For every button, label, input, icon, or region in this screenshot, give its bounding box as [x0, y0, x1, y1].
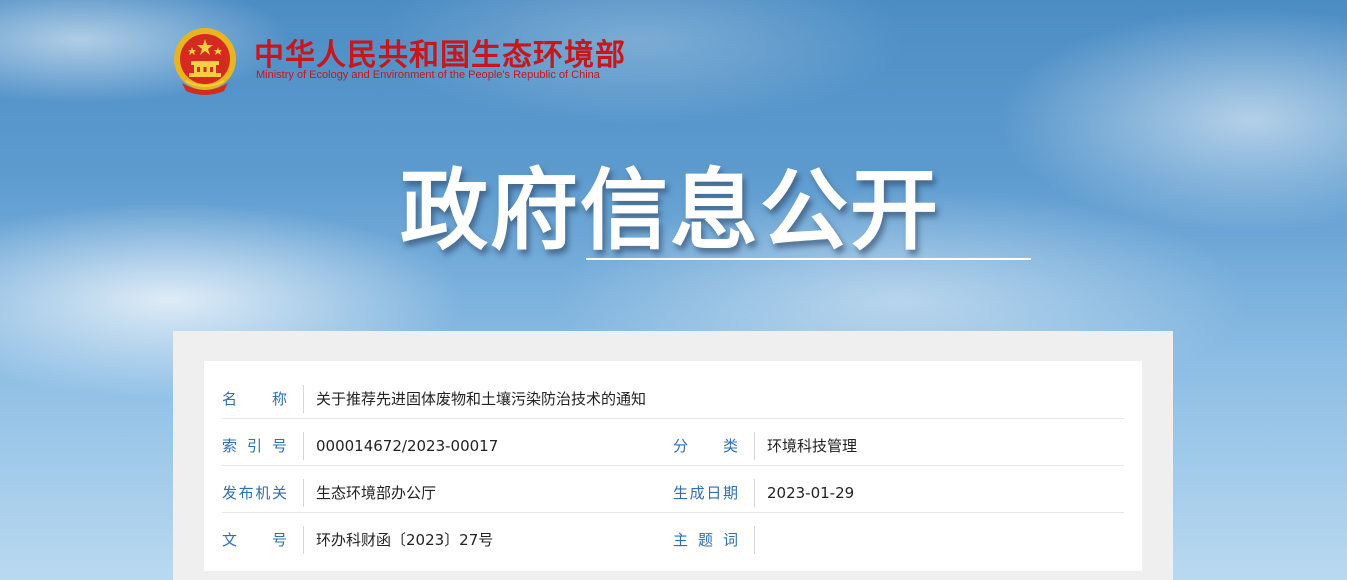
national-emblem-icon[interactable]: [172, 25, 238, 95]
category-value: 环境科技管理: [767, 437, 858, 455]
issuer-label: 发布机关: [222, 479, 304, 507]
info-row-name: 名称 关于推荐先进固体废物和土壤污染防治技术的通知: [222, 371, 1124, 419]
subject-label: 主题词: [673, 526, 755, 554]
name-value: 关于推荐先进固体废物和土壤污染防治技术的通知: [316, 390, 647, 408]
info-panel: 名称 关于推荐先进固体废物和土壤污染防治技术的通知 索引号 000014672/…: [173, 331, 1173, 580]
date-label: 生成日期: [673, 479, 755, 507]
page: 中华人民共和国生态环境部 Ministry of Ecology and Env…: [0, 0, 1347, 580]
org-name-english[interactable]: Ministry of Ecology and Environment of t…: [256, 69, 600, 81]
docno-value: 环办科财函〔2023〕27号: [316, 531, 494, 549]
org-name-chinese[interactable]: 中华人民共和国生态环境部: [254, 30, 626, 74]
category-label: 分类: [673, 432, 755, 460]
info-row-issuer: 发布机关 生态环境部办公厅 生成日期 2023-01-29: [222, 465, 1124, 513]
index-value: 000014672/2023-00017: [316, 437, 499, 455]
index-label: 索引号: [222, 432, 304, 460]
banner-title: 政府信息公开: [400, 159, 941, 262]
docno-label: 文号: [222, 526, 304, 554]
info-row-docno: 文号 环办科财函〔2023〕27号 主题词: [222, 512, 1124, 559]
date-value: 2023-01-29: [767, 484, 855, 502]
issuer-value: 生态环境部办公厅: [316, 484, 437, 502]
banner-divider: [586, 258, 1031, 260]
info-row-index: 索引号 000014672/2023-00017 分类 环境科技管理: [222, 418, 1124, 466]
info-table: 名称 关于推荐先进固体废物和土壤污染防治技术的通知 索引号 000014672/…: [204, 361, 1142, 571]
name-label: 名称: [222, 385, 304, 413]
